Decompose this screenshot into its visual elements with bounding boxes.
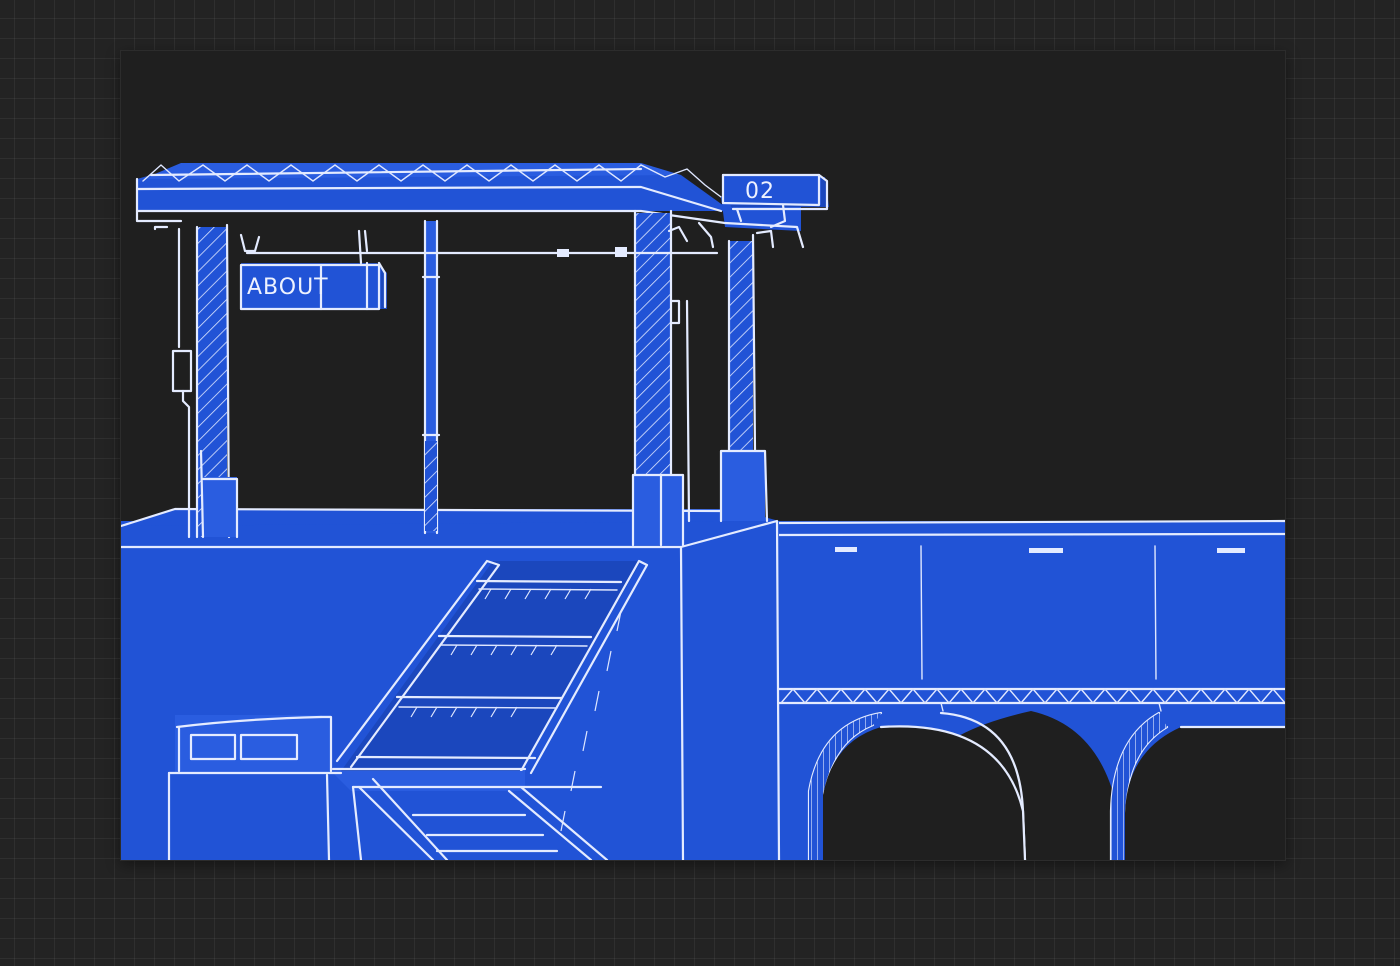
illustration-artboard: ABOUT 02	[121, 51, 1285, 860]
sign-number-label: 02	[745, 179, 775, 204]
station-base	[121, 507, 781, 860]
bridge-viaduct	[777, 519, 1285, 860]
canopy	[135, 163, 805, 547]
sign-about-label: ABOUT	[247, 275, 329, 300]
blueprint-station-illustration: ABOUT 02	[121, 163, 1285, 860]
